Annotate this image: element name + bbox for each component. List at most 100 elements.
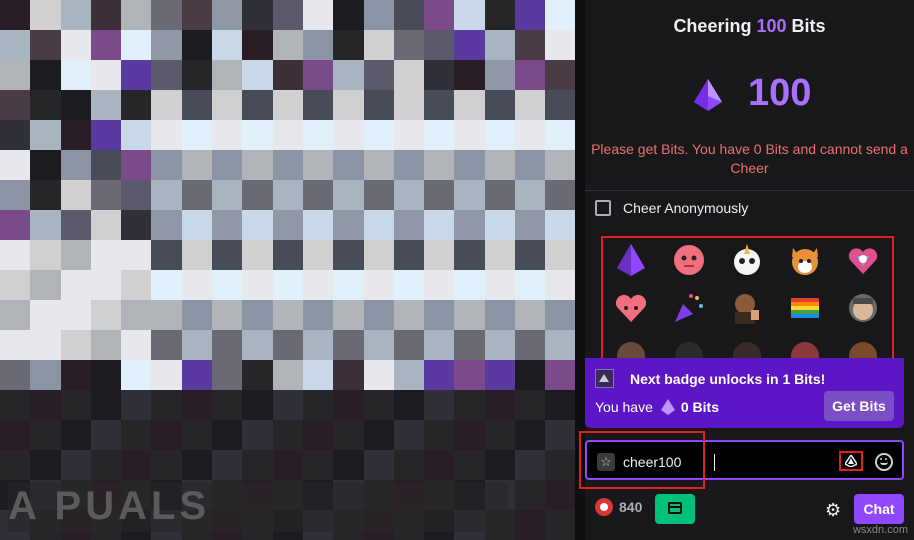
mosaic-tile <box>302 360 334 390</box>
mosaic-tile <box>242 210 273 240</box>
mosaic-tile <box>454 0 485 30</box>
mosaic-tile <box>121 120 152 150</box>
bits-button[interactable] <box>839 451 863 471</box>
mosaic-tile <box>454 90 485 120</box>
mosaic-tile <box>30 420 61 450</box>
mosaic-tile <box>181 180 213 210</box>
gear-icon[interactable]: ⚙ <box>825 500 841 521</box>
mosaic-tile <box>242 120 273 150</box>
heart-face-emote-icon[interactable] <box>613 290 649 326</box>
mosaic-tile <box>30 150 61 180</box>
mosaic-tile <box>515 360 546 390</box>
cheer-anonymously-toggle[interactable]: Cheer Anonymously <box>595 200 748 216</box>
panda-unicorn-emote-icon[interactable] <box>729 242 765 278</box>
anonymous-checkbox[interactable] <box>595 200 611 216</box>
mosaic-tile <box>515 180 546 210</box>
mosaic-tile <box>393 300 425 330</box>
bits-gem-emote-icon[interactable] <box>613 242 649 278</box>
mosaic-tile <box>333 300 364 330</box>
party-horn-emote-icon[interactable] <box>671 290 707 326</box>
mosaic-tile <box>393 270 425 300</box>
mosaic-tile <box>302 270 334 300</box>
streamer-face-emote-icon[interactable] <box>845 290 881 326</box>
video-player[interactable]: A PUALS <box>0 0 575 540</box>
blob-face-emote-icon[interactable] <box>671 242 707 278</box>
mosaic-tile <box>363 120 394 150</box>
mosaic-tile <box>545 390 575 420</box>
mosaic-tile <box>333 60 364 90</box>
mosaic-tile <box>454 150 485 180</box>
mosaic-tile <box>30 120 61 150</box>
mosaic-tile <box>302 90 334 120</box>
mosaic-tile <box>30 180 61 210</box>
mosaic-tile <box>484 240 516 270</box>
mosaic-tile <box>333 330 364 360</box>
mosaic-tile <box>60 240 91 270</box>
get-bits-button[interactable]: Get Bits <box>824 391 894 421</box>
mosaic-tile <box>302 330 334 360</box>
mosaic-tile <box>60 60 91 90</box>
mosaic-tile <box>515 510 546 540</box>
have-label: You have <box>595 399 653 415</box>
mosaic-tile <box>60 450 91 480</box>
mosaic-tile <box>363 360 394 390</box>
bits-balance: You have 0 Bits <box>595 399 719 415</box>
mosaic-tile <box>30 0 61 30</box>
mosaic-tile <box>272 450 303 480</box>
channel-points[interactable]: 840 <box>595 498 642 516</box>
emoji-picker-icon[interactable] <box>875 453 893 471</box>
mosaic-tile <box>333 210 364 240</box>
mosaic-tile <box>484 270 516 300</box>
unicorn-heart-emote-icon[interactable] <box>845 242 881 278</box>
corgi-emote-icon[interactable] <box>787 242 823 278</box>
mosaic-tile <box>0 30 31 60</box>
mosaic-tile <box>363 240 394 270</box>
watermark-text: A PUALS <box>8 484 211 528</box>
streamer-thumbs-up-emote-icon[interactable] <box>729 290 765 326</box>
mosaic-tile <box>151 150 182 180</box>
mosaic-tile <box>545 180 575 210</box>
channel-points-icon <box>595 498 613 516</box>
mosaic-tile <box>0 60 31 90</box>
mosaic-tile <box>0 180 31 210</box>
mosaic-tile <box>90 360 122 390</box>
mosaic-tile <box>151 240 182 270</box>
mosaic-tile <box>424 150 455 180</box>
mosaic-tile <box>302 210 334 240</box>
mosaic-tile <box>515 330 546 360</box>
mosaic-tile <box>272 420 303 450</box>
mosaic-tile <box>393 390 425 420</box>
mosaic-tile <box>302 150 334 180</box>
mosaic-tile <box>545 210 575 240</box>
claim-chest-button[interactable] <box>655 494 695 524</box>
mosaic-tile <box>90 300 122 330</box>
mosaic-tile <box>272 210 303 240</box>
mosaic-tile <box>454 300 485 330</box>
chat-send-button[interactable]: Chat <box>854 494 904 524</box>
mosaic-tile <box>302 180 334 210</box>
cheermote-grid <box>601 236 894 361</box>
mosaic-tile <box>424 120 455 150</box>
anonymous-label: Cheer Anonymously <box>623 200 749 216</box>
mosaic-tile <box>333 150 364 180</box>
mosaic-tile <box>454 210 485 240</box>
mosaic-tile <box>333 90 364 120</box>
mosaic-tile <box>30 390 61 420</box>
mosaic-tile <box>424 0 455 30</box>
mosaic-tile <box>454 360 485 390</box>
mosaic-tile <box>121 360 152 390</box>
mosaic-tile <box>393 240 425 270</box>
mosaic-tile <box>121 90 152 120</box>
rainbow-flag-emote-icon[interactable] <box>787 290 823 326</box>
mosaic-tile <box>302 450 334 480</box>
mosaic-tile <box>181 450 213 480</box>
mosaic-tile <box>242 360 273 390</box>
mosaic-tile <box>212 60 243 90</box>
mosaic-tile <box>484 420 516 450</box>
mosaic-tile <box>454 120 485 150</box>
mosaic-tile <box>393 450 425 480</box>
mosaic-tile <box>484 450 516 480</box>
mosaic-tile <box>424 90 455 120</box>
mosaic-tile <box>424 390 455 420</box>
mosaic-tile <box>0 0 31 30</box>
